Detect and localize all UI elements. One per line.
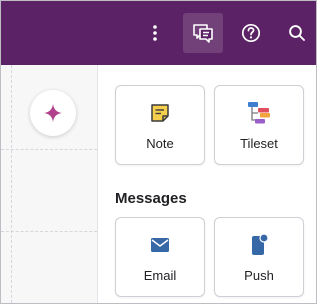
tileset-icon: [248, 102, 270, 124]
tileset-tile[interactable]: Tileset: [214, 85, 304, 165]
canvas-grid-line: [1, 149, 97, 150]
push-tile[interactable]: Push: [214, 217, 304, 297]
app-window: Note Tileset Messages Email Push: [0, 0, 317, 304]
top-bar: [1, 1, 316, 65]
comment-lines-icon: [193, 24, 213, 43]
email-tile[interactable]: Email: [115, 217, 205, 297]
more-vertical-icon: [153, 25, 157, 41]
canvas-grid-line: [1, 231, 97, 232]
help-button[interactable]: [231, 13, 271, 53]
push-tile-label: Push: [244, 268, 274, 283]
note-tile-label: Note: [146, 136, 174, 151]
sparkle-icon: [44, 104, 62, 122]
search-icon: [289, 25, 305, 41]
envelope-icon: [151, 238, 169, 252]
messages-section-title: Messages: [115, 190, 187, 207]
search-button[interactable]: [277, 13, 316, 53]
canvas-grid-line: [11, 65, 12, 303]
add-element-panel: Note Tileset Messages Email Push: [97, 65, 316, 303]
email-tile-label: Email: [143, 268, 177, 283]
tileset-tile-label: Tileset: [240, 136, 278, 151]
note-tile[interactable]: Note: [115, 85, 205, 165]
comments-button[interactable]: [183, 13, 223, 53]
push-notification-icon: [252, 233, 269, 255]
note-icon: [151, 104, 169, 122]
help-circle-icon: [241, 23, 261, 43]
canvas-area[interactable]: [1, 65, 97, 303]
more-button[interactable]: [135, 13, 175, 53]
ai-assist-button[interactable]: [30, 90, 76, 136]
